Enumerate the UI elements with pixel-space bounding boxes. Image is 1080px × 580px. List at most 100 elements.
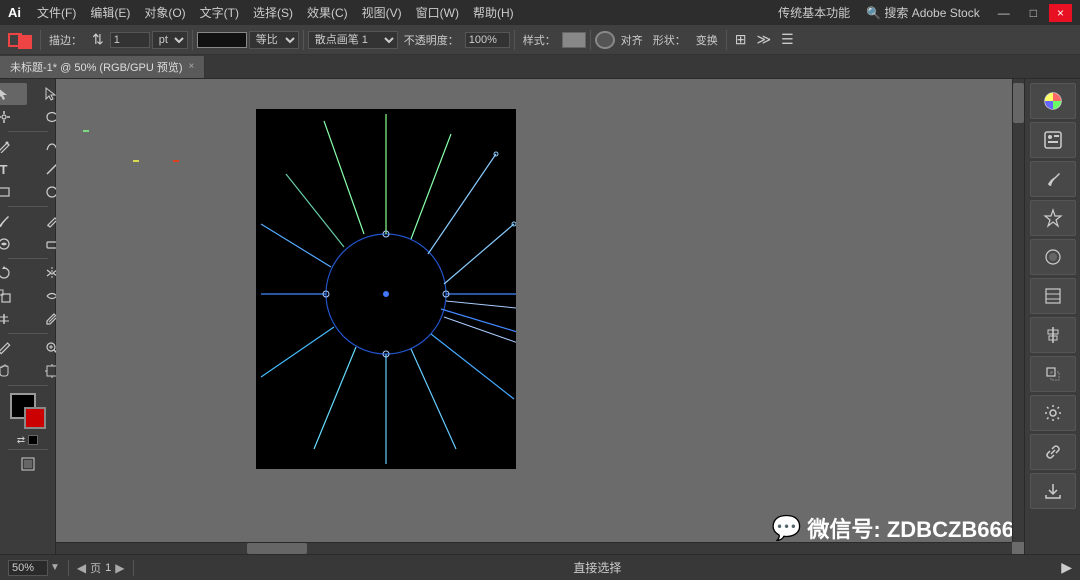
stroke-unit-select[interactable]: pt [152, 31, 188, 49]
close-button[interactable]: × [1049, 4, 1072, 22]
zoom-down-arrow[interactable]: ▼ [50, 562, 60, 573]
ratio-select[interactable]: 等比 [249, 31, 299, 49]
selection-tool[interactable] [0, 83, 27, 105]
status-bar: ▼ ◀ 页 1 ▶ 直接选择 ▶ [0, 554, 1080, 580]
menu-select[interactable]: 选择(S) [247, 2, 299, 23]
menu-help[interactable]: 帮助(H) [467, 2, 520, 23]
watermark: 💬 微信号: ZDBCZB666 [772, 512, 1014, 544]
style-label: 样式： [519, 30, 560, 50]
panel-transform[interactable] [1030, 356, 1076, 392]
panel-color[interactable] [1030, 83, 1076, 119]
document-tab[interactable]: 未标题-1* @ 50% (RGB/GPU 预览) × [0, 56, 205, 78]
panel-brushes[interactable] [1030, 161, 1076, 197]
page-label: 页 [90, 560, 101, 576]
type-tool[interactable]: T [0, 158, 27, 180]
tool-hint-text: 直接选择 [573, 561, 621, 575]
magic-wand-tool[interactable] [0, 106, 27, 128]
change-screen-mode[interactable] [5, 453, 51, 475]
transform-label[interactable]: 变换 [692, 30, 722, 50]
horizontal-scrollbar[interactable] [56, 542, 1012, 554]
panel-libraries[interactable] [1030, 122, 1076, 158]
align-icon[interactable] [595, 31, 615, 49]
swap-colors-icon[interactable]: ⇄ [17, 435, 25, 446]
canvas-area[interactable]: 💬 微信号: ZDBCZB666 [56, 79, 1024, 554]
panel-export[interactable] [1030, 473, 1076, 509]
title-bar-right: 传统基本功能 🔍 搜索 Adobe Stock — □ × [772, 2, 1080, 23]
menu-bar: 文件(F) 编辑(E) 对象(O) 文字(T) 选择(S) 效果(C) 视图(V… [31, 2, 520, 23]
menu-window[interactable]: 窗口(W) [410, 2, 465, 23]
pen-tool[interactable] [0, 135, 27, 157]
gradient-strokes-area [61, 119, 241, 499]
minimize-button[interactable]: — [990, 4, 1018, 22]
color-swatches: ⇄ [10, 393, 46, 446]
rectangle-tool[interactable] [0, 181, 27, 203]
options-toolbar: 描边： ⇅ pt 等比 散点画笔 1 不透明度： 样式： 对齐 形状： 变换 ⊞… [0, 25, 1080, 55]
menu-object[interactable]: 对象(O) [138, 2, 191, 23]
watermark-text: 微信号: ZDBCZB666 [807, 512, 1014, 544]
align-label[interactable]: 对齐 [617, 30, 647, 50]
tool-sep-2 [8, 206, 48, 207]
brush-select[interactable]: 散点画笔 1 [308, 31, 398, 49]
panel-settings[interactable] [1030, 395, 1076, 431]
maximize-button[interactable]: □ [1022, 4, 1045, 22]
menu-file[interactable]: 文件(F) [31, 2, 82, 23]
measure-tool[interactable] [0, 337, 27, 359]
vertical-scrollbar-thumb[interactable] [1013, 83, 1024, 123]
artwork-svg [256, 109, 516, 469]
fill-stroke-swatches[interactable] [10, 393, 46, 429]
arrange-icon[interactable]: ⊞ [731, 29, 751, 50]
panel-graphic-styles[interactable] [1030, 239, 1076, 275]
stroke-direction-icon[interactable]: ⇅ [88, 29, 108, 50]
document-tab-close[interactable]: × [189, 61, 195, 72]
zoom-input[interactable] [8, 560, 48, 576]
stroke-color-swatch[interactable] [4, 29, 36, 51]
horizontal-scrollbar-thumb[interactable] [247, 543, 307, 554]
panel-symbols[interactable] [1030, 200, 1076, 236]
tool-sep-1 [8, 131, 48, 132]
tool-sep-5 [8, 385, 48, 386]
menu-effect[interactable]: 效果(C) [301, 2, 354, 23]
tool-hint: 直接选择 [142, 559, 1054, 576]
title-bar: Ai 文件(F) 编辑(E) 对象(O) 文字(T) 选择(S) 效果(C) 视… [0, 0, 1080, 25]
scale-tool[interactable] [0, 285, 27, 307]
panel-links[interactable] [1030, 434, 1076, 470]
stroke-preview[interactable] [197, 32, 247, 48]
panel-align[interactable] [1030, 317, 1076, 353]
left-toolbox: T [0, 79, 56, 554]
menu-text[interactable]: 文字(T) [194, 2, 245, 23]
view-mode-row [5, 453, 51, 475]
panel-appearance[interactable] [1030, 278, 1076, 314]
search-stock[interactable]: 🔍 搜索 Adobe Stock [860, 2, 986, 23]
toolbar-separator [40, 30, 41, 50]
main-layout: T [0, 79, 1080, 554]
menu-view[interactable]: 视图(V) [356, 2, 408, 23]
wechat-icon: 💬 [772, 514, 802, 543]
stroke-swatch[interactable] [24, 407, 46, 429]
workspace-selector[interactable]: 传统基本功能 [772, 2, 856, 23]
more-icon[interactable]: ≫ [752, 29, 775, 50]
opacity-input[interactable] [465, 32, 510, 48]
paintbrush-tool[interactable] [0, 210, 27, 232]
rotate-tool[interactable] [0, 262, 27, 284]
vertical-scrollbar[interactable] [1012, 79, 1024, 542]
page-input[interactable]: 1 [105, 562, 111, 574]
next-page-btn[interactable]: ▶ [115, 561, 124, 575]
hand-tool[interactable] [0, 360, 27, 382]
stroke-label: 描边： [45, 30, 86, 50]
toolbar-sep-3 [303, 30, 304, 50]
menu-edit[interactable]: 编辑(E) [84, 2, 136, 23]
stroke-width-input[interactable] [110, 32, 150, 48]
toolbar-sep-4 [514, 30, 515, 50]
shape-label[interactable]: 形状： [649, 30, 690, 50]
width-tool[interactable] [0, 308, 27, 330]
style-swatch[interactable] [562, 32, 586, 48]
prev-page-btn[interactable]: ◀ [77, 561, 86, 575]
page-control[interactable]: ◀ 页 1 ▶ [77, 560, 125, 576]
default-colors-icon[interactable] [28, 435, 38, 445]
hamburger-menu[interactable]: ☰ [777, 29, 798, 50]
zoom-control[interactable]: ▼ [8, 560, 60, 576]
tool-sep-4 [8, 333, 48, 334]
play-icon[interactable]: ▶ [1061, 559, 1072, 576]
blob-brush-tool[interactable] [0, 233, 27, 255]
title-bar-left: Ai 文件(F) 编辑(E) 对象(O) 文字(T) 选择(S) 效果(C) 视… [0, 2, 520, 23]
